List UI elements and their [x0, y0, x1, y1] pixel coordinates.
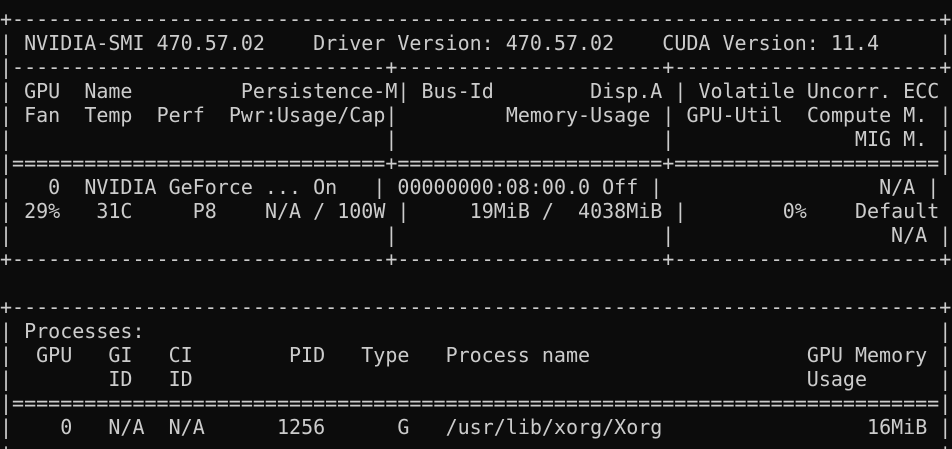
process-row: | 0 N/A N/A 1256 G /usr/lib/xorg/Xorg 16… — [0, 415, 952, 439]
processes-bottom-border: +---------------------------------------… — [0, 439, 952, 449]
gpu-header-row-1: | GPU Name Persistence-M| Bus-Id Disp.A … — [0, 79, 952, 103]
col-volatile-ecc: Volatile Uncorr. ECC — [698, 79, 940, 103]
col-ci-id: ID — [168, 367, 193, 391]
col-persistence: Persistence-M — [240, 79, 398, 103]
col-gi-id: ID — [108, 367, 133, 391]
processes-header-row-2: | ID ID Usage | — [0, 367, 952, 391]
proc-name: /usr/lib/xorg/Xorg — [445, 415, 663, 439]
processes-header-row-1: | GPU GI CI PID Type Process name GPU Me… — [0, 343, 952, 367]
col-fan: Fan — [24, 103, 61, 127]
gpu-header-divider: |===============================+=======… — [0, 151, 952, 175]
col-pid: PID — [289, 343, 326, 367]
smi-version-label: NVIDIA-SMI 470.57.02 — [24, 31, 265, 55]
compute-mode: Default — [855, 199, 940, 223]
perf-state: P8 — [192, 199, 217, 223]
gpu-util: 0% — [782, 199, 807, 223]
col-perf: Perf — [156, 103, 205, 127]
gpu-name: NVIDIA GeForce ... — [84, 175, 302, 199]
power-usage: N/A / 100W — [264, 199, 386, 223]
gpu-table-bottom: +-------------------------------+-------… — [0, 247, 952, 271]
col-gpu: GPU — [24, 79, 61, 103]
processes-top-border: +---------------------------------------… — [0, 295, 952, 319]
proc-gpu-index: 0 — [12, 415, 73, 439]
col-compute-m: Compute M. — [806, 103, 928, 127]
col-proc-gpu: GPU — [36, 343, 73, 367]
driver-version-label: Driver Version: 470.57.02 — [313, 31, 615, 55]
col-ci: CI — [168, 343, 193, 367]
gpu-row-3: | | | N/A | — [0, 223, 952, 247]
col-gi: GI — [108, 343, 133, 367]
col-usage: Usage — [806, 367, 867, 391]
nvidia-smi-output: +---------------------------------------… — [0, 7, 952, 449]
cuda-version-label: CUDA Version: 11.4 — [662, 31, 880, 55]
smi-header-row: | NVIDIA-SMI 470.57.02 Driver Version: 4… — [0, 31, 952, 55]
display-active: Off — [602, 175, 639, 199]
memory-usage: 19MiB / 4038MiB — [469, 199, 663, 223]
col-gpu-util: GPU-Util — [686, 103, 783, 127]
gpu-header-row-2: | Fan Temp Perf Pwr:Usage/Cap| Memory-Us… — [0, 103, 952, 127]
proc-type: G — [397, 415, 410, 439]
mig-mode: N/A — [891, 223, 928, 247]
gpu-index: 0 — [12, 175, 61, 199]
col-process-name: Process name — [445, 343, 591, 367]
col-temp: Temp — [84, 103, 133, 127]
col-type: Type — [361, 343, 410, 367]
persistence-mode: On — [313, 175, 338, 199]
col-disp-a: Disp.A — [590, 79, 663, 103]
proc-pid: 1256 — [276, 415, 326, 439]
proc-gpu-memory: 16MiB — [867, 415, 928, 439]
processes-title-row: | Processes: | — [0, 319, 952, 343]
gpu-section-separator: |-------------------------------+-------… — [0, 55, 952, 79]
col-bus-id: Bus-Id — [421, 79, 494, 103]
gpu-row-2: | 29% 31C P8 N/A / 100W | 19MiB / 4038Mi… — [0, 199, 952, 223]
col-mig-m: MIG M. — [854, 127, 928, 151]
col-name: Name — [84, 79, 133, 103]
processes-header-divider: |=======================================… — [0, 391, 952, 415]
col-pwr: Pwr:Usage/Cap — [228, 103, 386, 127]
col-memory-usage: Memory-Usage — [505, 103, 651, 127]
proc-gi-id: N/A — [108, 415, 145, 439]
bus-id: 00000000:08:00.0 — [397, 175, 591, 199]
border-top: +---------------------------------------… — [0, 7, 952, 31]
proc-ci-id: N/A — [168, 415, 205, 439]
spacer-line — [0, 271, 952, 295]
terminal-window[interactable]: +---------------------------------------… — [0, 0, 952, 449]
gpu-header-row-3: | | | MIG M. | — [0, 127, 952, 151]
ecc-value: N/A — [879, 175, 916, 199]
fan-speed: 29% — [24, 199, 61, 223]
gpu-temp: 31C — [96, 199, 133, 223]
col-gpu-memory: GPU Memory — [806, 343, 928, 367]
processes-title: Processes: — [24, 319, 145, 343]
gpu-row-1: | 0 NVIDIA GeForce ... On | 00000000:08:… — [0, 175, 940, 199]
